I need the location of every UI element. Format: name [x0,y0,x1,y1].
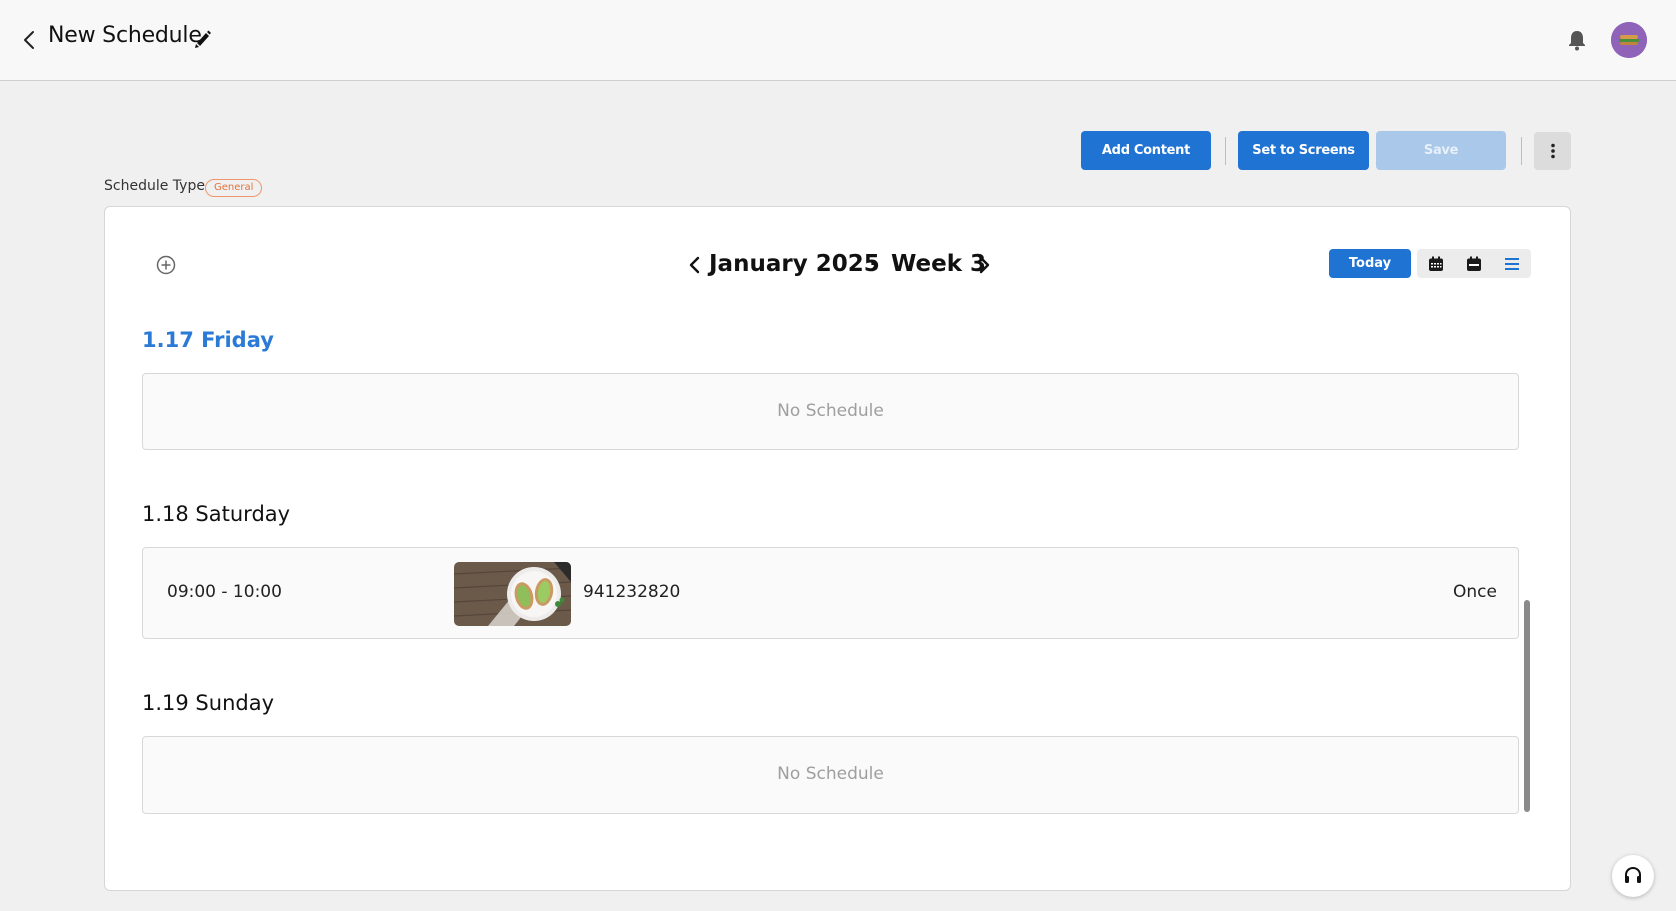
page-title: New Schedule [48,23,202,48]
empty-schedule-text: No Schedule [777,401,884,421]
day-schedule-box[interactable]: No Schedule [142,736,1519,814]
schedule-event-row[interactable]: 09:00 - 10:00 941232820 Once [142,547,1519,639]
toolbar-divider [1225,137,1226,165]
schedule-type-badge: General [205,179,263,197]
next-week-button[interactable] [976,253,992,277]
toolbar-divider [1521,137,1522,165]
scrollbar[interactable] [1524,600,1530,812]
day-schedule-box[interactable]: No Schedule [142,373,1519,450]
vertical-dots-icon [1550,143,1555,159]
month-view-button[interactable] [1417,249,1455,278]
headset-icon [1625,866,1641,883]
chevron-right-icon [979,256,990,274]
save-button[interactable]: Save [1376,131,1506,170]
bell-icon[interactable] [1565,28,1589,52]
support-button[interactable] [1612,855,1654,897]
month-view-icon [1429,256,1443,271]
date-separator: · [869,251,878,277]
schedule-type-label: Schedule Type [104,178,205,194]
back-button[interactable] [18,27,40,53]
pencil-icon[interactable] [194,28,212,48]
week-view-button[interactable] [1455,249,1493,278]
day-heading: 1.19 Sunday [142,691,275,715]
view-switcher [1417,249,1531,278]
more-options-button[interactable] [1534,132,1571,170]
content-thumbnail [454,562,571,626]
event-repeat: Once [1453,582,1497,602]
list-view-button[interactable] [1493,249,1531,278]
avatar[interactable] [1611,22,1647,58]
previous-week-button[interactable] [687,253,703,277]
week-view-icon [1467,256,1481,271]
day-heading: 1.17 Friday [142,328,274,352]
add-content-button[interactable]: Add Content [1081,131,1211,170]
add-schedule-button[interactable] [155,254,177,276]
chevron-left-icon [689,256,700,274]
month-label: January 2025 [709,251,880,277]
empty-schedule-text: No Schedule [777,764,884,784]
event-content-name: 941232820 [583,582,681,602]
day-heading: 1.18 Saturday [142,502,291,526]
set-to-screens-button[interactable]: Set to Screens [1238,131,1369,170]
schedule-panel: January 2025 · Week 3 Today 1.17 Friday … [104,206,1571,891]
week-label: Week 3 [891,251,987,277]
list-view-icon [1505,257,1519,270]
event-time: 09:00 - 10:00 [167,582,282,602]
today-button[interactable]: Today [1329,249,1411,278]
top-bar: New Schedule [0,0,1676,81]
plus-circle-icon [156,255,176,275]
chevron-left-icon [24,31,34,49]
